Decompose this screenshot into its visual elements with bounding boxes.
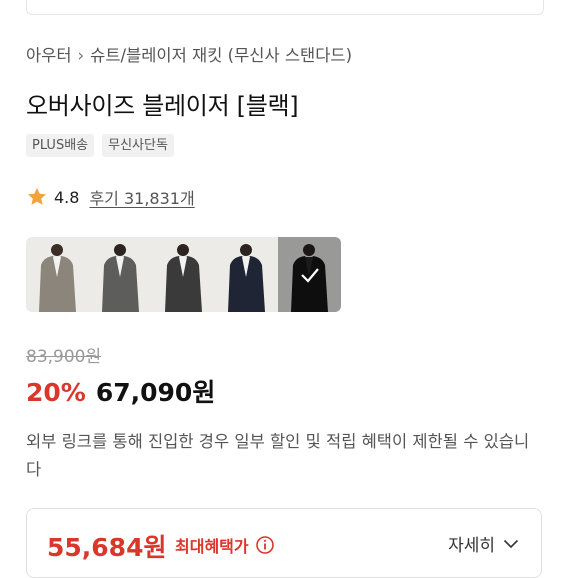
detail-label: 자세히 [448, 536, 495, 556]
badge-exclusive: 무신사단독 [102, 134, 174, 157]
rating-score: 4.8 [54, 187, 80, 207]
breadcrumb-item-outer[interactable]: 아우터 [26, 46, 72, 65]
max-benefit-price: 55,684원 [47, 533, 167, 562]
color-thumbnails [26, 237, 341, 312]
color-thumb-navy[interactable] [215, 237, 278, 312]
breadcrumb-item-category[interactable]: 슈트/블레이저 재킷 (무신사 스탠다드) [90, 46, 352, 65]
star-icon [28, 188, 46, 205]
info-icon[interactable] [255, 535, 275, 555]
external-link-notice: 외부 링크를 통해 진입한 경우 일부 할인 및 적립 혜택이 제한될 수 있습… [26, 432, 530, 479]
color-thumb-beige-gray[interactable] [26, 237, 89, 312]
color-thumb-black-selected[interactable] [278, 237, 341, 312]
max-benefit-label-wrap: 최대혜택가 [175, 533, 275, 557]
review-count-link[interactable]: 후기 31,831개 [89, 185, 194, 209]
color-thumb-dark-gray[interactable] [152, 237, 215, 312]
original-price: 83,900원 [26, 347, 102, 367]
max-benefit-label: 최대혜택가 [175, 537, 249, 556]
check-icon [278, 237, 341, 312]
sale-price: 67,090원 [95, 378, 216, 407]
breadcrumb: 아우터 › 슈트/블레이저 재킷 (무신사 스탠다드) [26, 42, 352, 66]
badge-plus-delivery: PLUS배송 [26, 134, 95, 157]
badge-row: PLUS배송 무신사단독 [26, 134, 174, 157]
color-thumb-charcoal[interactable] [89, 237, 152, 312]
sale-price-row: 20% 67,090원 [26, 373, 215, 409]
discount-rate: 20% [26, 378, 86, 407]
chevron-down-icon [503, 539, 519, 548]
detail-toggle[interactable]: 자세히 [448, 531, 519, 556]
chevron-right-icon: › [77, 46, 85, 65]
rating-row: 4.8 후기 31,831개 [26, 185, 195, 209]
product-title: 오버사이즈 블레이저 [블랙] [26, 92, 299, 120]
previous-card-edge [26, 0, 544, 15]
